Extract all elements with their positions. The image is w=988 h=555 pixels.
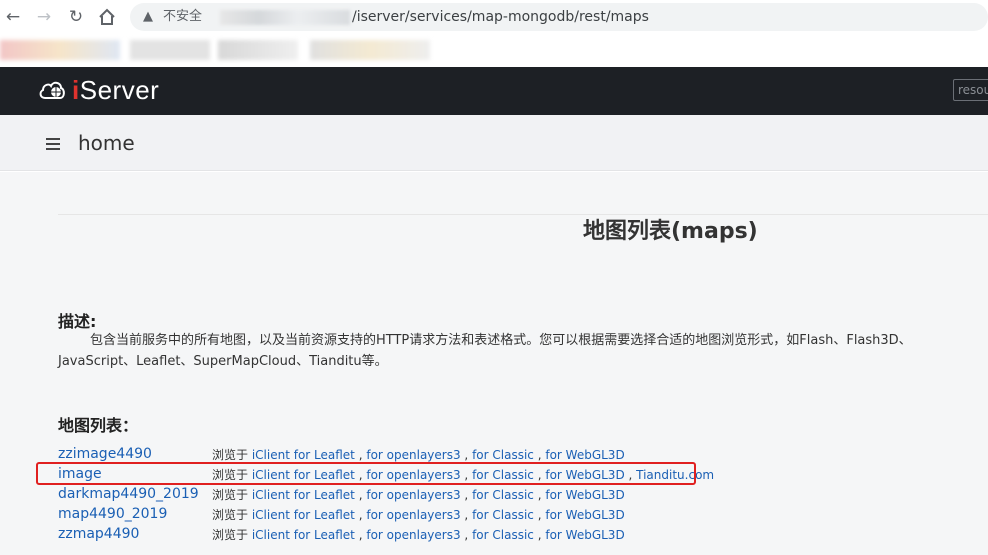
browse-prefix: 浏览于 [212,528,252,542]
breadcrumb: home [0,115,988,171]
insecure-label: 不安全 [163,9,203,24]
map-name-link[interactable]: zzimage4490 [58,444,152,464]
reload-icon[interactable]: ↻ [66,7,86,27]
divider [58,214,988,215]
list-icon [46,138,60,150]
link-classic[interactable]: for Classic [472,488,534,502]
map-row: map4490_2019 浏览于 iClient for Leaflet , f… [0,504,988,524]
link-iclient-leaflet[interactable]: iClient for Leaflet [252,448,355,462]
map-row: zzmap4490 浏览于 iClient for Leaflet , for … [0,524,988,544]
browser-toolbar: ← → ↻ ▲ 不安全 /iserver/services/map-mongod… [0,0,988,34]
browse-prefix: 浏览于 [212,448,252,462]
app-header: iServer resou [0,67,988,115]
link-webgl3d[interactable]: for WebGL3D [545,508,624,522]
page-title: 地图列表(maps) [583,219,758,244]
description-heading: 描述: [58,312,97,331]
map-name-link[interactable]: darkmap4490_2019 [58,484,199,504]
map-name-link[interactable]: zzmap4490 [58,524,139,544]
link-openlayers3[interactable]: for openlayers3 [366,508,460,522]
description-text: 包含当前服务中的所有地图，以及当前资源支持的HTTP请求方法和表述格式。您可以根… [58,333,912,369]
link-openlayers3[interactable]: for openlayers3 [366,488,460,502]
bookmark-item[interactable] [218,40,298,60]
link-iclient-leaflet[interactable]: iClient for Leaflet [252,508,355,522]
map-name-link[interactable]: map4490_2019 [58,504,167,524]
map-list-heading: 地图列表： [58,416,139,435]
link-openlayers3[interactable]: for openlayers3 [366,448,460,462]
home-icon[interactable] [97,7,117,27]
address-bar[interactable]: ▲ 不安全 /iserver/services/map-mongodb/rest… [130,3,988,31]
highlight-box [36,462,696,485]
link-webgl3d[interactable]: for WebGL3D [545,448,624,462]
bookmark-item[interactable] [310,40,430,60]
link-classic[interactable]: for Classic [472,448,534,462]
warning-icon: ▲ [143,9,153,24]
map-row: darkmap4490_2019 浏览于 iClient for Leaflet… [0,484,988,504]
link-classic[interactable]: for Classic [472,508,534,522]
browse-links: 浏览于 iClient for Leaflet , for openlayers… [212,488,625,502]
map-row: zzimage4490 浏览于 iClient for Leaflet , fo… [0,444,988,464]
link-webgl3d[interactable]: for WebGL3D [545,528,624,542]
back-arrow-icon[interactable]: ← [3,7,23,27]
redacted-host [220,10,350,25]
link-iclient-leaflet[interactable]: iClient for Leaflet [252,488,355,502]
cloud-globe-logo-icon [39,81,65,99]
breadcrumb-home-link[interactable]: home [78,131,135,155]
logo-text: iServer [72,74,160,105]
link-iclient-leaflet[interactable]: iClient for Leaflet [252,528,355,542]
link-webgl3d[interactable]: for WebGL3D [545,488,624,502]
browse-prefix: 浏览于 [212,488,252,502]
link-openlayers3[interactable]: for openlayers3 [366,528,460,542]
browse-links: 浏览于 iClient for Leaflet , for openlayers… [212,528,625,542]
url-path: /iserver/services/map-mongodb/rest/maps [352,9,649,25]
bookmarks-bar [0,34,988,67]
link-classic[interactable]: for Classic [472,528,534,542]
bookmark-item[interactable] [0,40,120,60]
bookmark-item[interactable] [130,40,210,60]
iserver-logo[interactable]: iServer [38,75,159,105]
main-content: 地图列表(maps) 描述: 包含当前服务中的所有地图，以及当前资源支持的HTT… [0,172,988,555]
forward-arrow-icon[interactable]: → [34,7,54,27]
search-input[interactable]: resou [953,79,988,101]
browse-links: 浏览于 iClient for Leaflet , for openlayers… [212,508,625,522]
browse-prefix: 浏览于 [212,508,252,522]
